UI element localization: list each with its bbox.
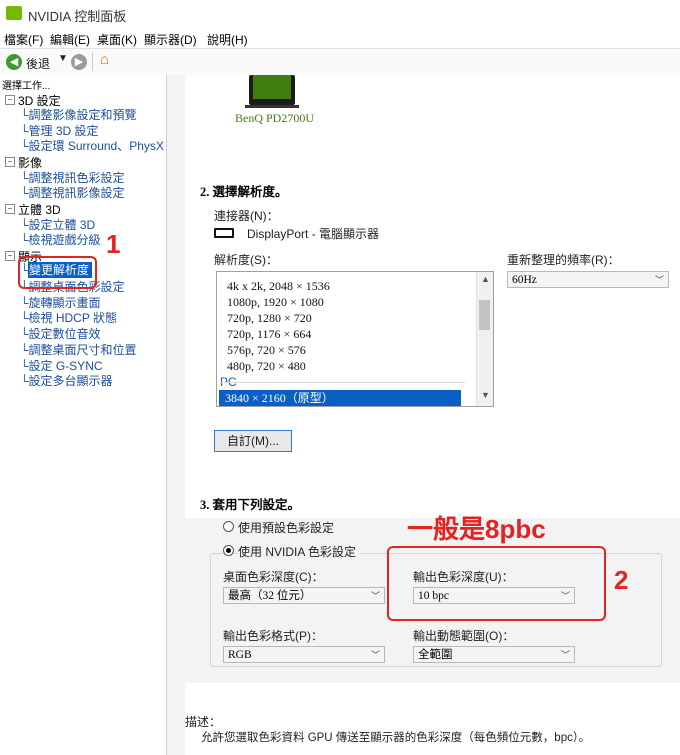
description-panel: 描述： 允許您選取色彩資料 GPU 傳送至顯示器的色彩深度（每色頻位元數，bpc… xyxy=(185,686,680,755)
collapse-video-icon[interactable]: − xyxy=(5,157,15,167)
group-divider xyxy=(220,382,465,383)
collapse-display-icon[interactable]: − xyxy=(5,251,15,261)
connector-value: DisplayPort - 電腦顯示器 xyxy=(247,227,380,241)
collapse-3d-icon[interactable]: − xyxy=(5,95,15,105)
list-item[interactable]: 4k x 2k, 2048 × 1536 xyxy=(227,279,330,294)
back-history-dropdown-icon[interactable]: ▼ xyxy=(58,53,68,64)
annotation-step-2: 2 xyxy=(614,565,629,595)
task-tree: 選擇工作... − 3D 設定 └調整影像設定和預覽 └管理 3D 設定 └設定… xyxy=(0,75,167,755)
tree-item-multi-display[interactable]: └設定多台顯示器 xyxy=(20,372,113,389)
radio-nvidia-color[interactable] xyxy=(223,545,234,556)
nvidia-logo-icon xyxy=(6,6,22,20)
desktop-depth-label: 桌面色彩深度(C)： xyxy=(223,570,324,584)
list-scrollbar[interactable]: ▲ ▼ xyxy=(476,272,493,406)
tree-item-desktop-size[interactable]: └調整桌面尺寸和位置 xyxy=(20,341,137,358)
list-item-partial: · · · · · · · · · · · · xyxy=(227,272,308,278)
scroll-up-icon[interactable]: ▲ xyxy=(481,274,490,284)
scroll-down-icon[interactable]: ▼ xyxy=(481,390,490,400)
chevron-down-icon: ﹀ xyxy=(560,650,570,660)
chevron-down-icon: ﹀ xyxy=(654,275,664,285)
window-title: NVIDIA 控制面板 xyxy=(28,9,127,24)
displayport-icon xyxy=(214,228,234,238)
description-label: 描述： xyxy=(185,715,222,729)
connector-label: 連接器(N)： xyxy=(214,209,279,223)
radio-default-color[interactable] xyxy=(223,521,234,532)
refresh-rate-select[interactable]: 60Hz ﹀ xyxy=(507,271,669,288)
tree-item-adjust-image[interactable]: └調整影像設定和預覽 xyxy=(20,106,137,123)
output-range-label: 輸出動態範圍(O)： xyxy=(413,629,515,643)
radio-default-color-label[interactable]: 使用預設色彩設定 xyxy=(238,519,334,536)
menu-bar: 檔案(F) 編輯(E) 桌面(K) 顯示器(D) 說明(H) xyxy=(0,28,680,49)
list-item[interactable]: 720p, 1176 × 664 xyxy=(227,327,311,342)
chevron-down-icon: ﹀ xyxy=(370,650,380,660)
output-format-label: 輸出色彩格式(P)： xyxy=(223,629,323,643)
forward-arrow-icon[interactable]: ▶ xyxy=(71,54,87,70)
menu-display[interactable]: 顯示器(D) xyxy=(144,31,197,48)
tree-item-game-ratings[interactable]: └檢視遊戲分級 xyxy=(20,231,101,248)
description-text: 允許您選取色彩資料 GPU 傳送至顯示器的色彩深度（每色頻位元數，bpc）。 xyxy=(201,732,591,744)
tree-header: 選擇工作... xyxy=(2,81,51,92)
annotation-step-1: 1 xyxy=(106,229,121,259)
menu-desktop[interactable]: 桌面(K) xyxy=(97,31,137,48)
tree-item-hdcp[interactable]: └檢視 HDCP 狀態 xyxy=(20,309,117,326)
left-gutter xyxy=(167,75,185,755)
toolbar: ◀ 後退 ▼ ▶ ⌂ xyxy=(0,49,680,76)
tree-item-video-image[interactable]: └調整視訊影像設定 xyxy=(20,184,125,201)
annotation-box-1 xyxy=(18,256,97,289)
scroll-thumb[interactable] xyxy=(479,300,490,330)
radio-nvidia-color-label[interactable]: 使用 NVIDIA 色彩設定 xyxy=(238,543,361,560)
desktop-depth-select[interactable]: 最高（32 位元） ﹀ xyxy=(223,587,385,604)
title-bar: NVIDIA 控制面板 xyxy=(0,0,680,28)
tree-item-audio[interactable]: └設定數位音效 xyxy=(20,325,101,342)
menu-file[interactable]: 檔案(F) xyxy=(4,31,43,48)
back-label: 後退 xyxy=(26,57,51,71)
resolution-list[interactable]: · · · · · · · · · · · · 4k x 2k, 2048 × … xyxy=(216,271,494,407)
tree-item-surround-physx[interactable]: └設定環 Surround、PhysX xyxy=(20,137,164,154)
refresh-rate-label: 重新整理的頻率(R)： xyxy=(507,253,620,267)
home-icon[interactable]: ⌂ xyxy=(100,51,109,68)
back-arrow-icon: ◀ xyxy=(6,54,22,70)
resolution-label: 解析度(S)： xyxy=(214,253,278,267)
list-item-selected[interactable]: 3840 × 2160（原型） xyxy=(219,390,461,406)
annotation-box-2 xyxy=(387,546,606,621)
collapse-stereo-icon[interactable]: − xyxy=(5,204,15,214)
customize-button[interactable]: 自訂(M)... xyxy=(214,430,292,452)
chevron-down-icon: ﹀ xyxy=(370,591,380,601)
monitor-name[interactable]: BenQ PD2700U xyxy=(235,111,314,126)
section-3-title: 3. 套用下列設定。 xyxy=(200,498,301,512)
menu-help[interactable]: 說明(H) xyxy=(207,31,248,48)
list-item[interactable]: 576p, 720 × 576 xyxy=(227,343,306,358)
annotation-note: 一般是8pbc xyxy=(407,514,546,544)
output-range-select[interactable]: 全範圍 ﹀ xyxy=(413,646,575,663)
list-item[interactable]: 480p, 720 × 480 xyxy=(227,359,306,374)
list-item[interactable]: 1080p, 1920 × 1080 xyxy=(227,295,324,310)
menu-edit[interactable]: 編輯(E) xyxy=(50,31,90,48)
section-2-title: 2. 選擇解析度。 xyxy=(200,185,288,199)
list-item[interactable]: 720p, 1280 × 720 xyxy=(227,311,312,326)
main-panel: BenQ PD2700U 2. 選擇解析度。 連接器(N)： DisplayPo… xyxy=(167,75,680,755)
output-format-select[interactable]: RGB ﹀ xyxy=(223,646,385,663)
toolbar-divider xyxy=(92,52,93,71)
